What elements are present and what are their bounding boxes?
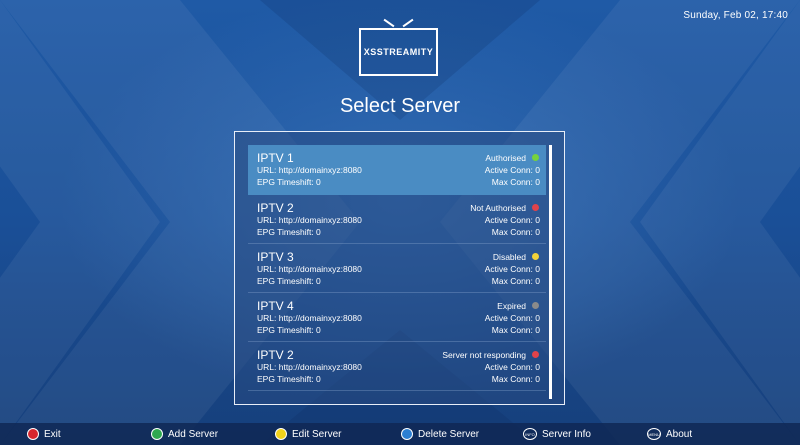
server-url: URL: http://domainxyz:8080 — [257, 313, 362, 323]
server-epg: EPG Timeshift: 0 — [257, 276, 321, 286]
server-row[interactable]: IPTV 3 URL: http://domainxyz:8080 EPG Ti… — [248, 244, 546, 293]
server-name: IPTV 2 — [257, 348, 294, 362]
active-connections: Active Conn: 0 — [484, 264, 540, 274]
server-name: IPTV 2 — [257, 201, 294, 215]
server-url: URL: http://domainxyz:8080 — [257, 215, 362, 225]
server-list-panel: IPTV 1 URL: http://domainxyz:8080 EPG Ti… — [234, 131, 565, 405]
footer-bar: Exit Add Server Edit Server Delete Serve… — [0, 423, 800, 445]
server-info-button[interactable]: INFO Server Info — [523, 428, 591, 440]
server-url: URL: http://domainxyz:8080 — [257, 362, 362, 372]
red-key-icon — [27, 428, 39, 440]
add-server-button[interactable]: Add Server — [151, 428, 218, 440]
edit-server-label: Edit Server — [292, 428, 342, 440]
max-connections: Max Conn: 0 — [491, 325, 540, 335]
green-key-icon — [151, 428, 163, 440]
status-dot-icon — [532, 302, 539, 309]
yellow-key-icon — [275, 428, 287, 440]
active-connections: Active Conn: 0 — [484, 165, 540, 175]
server-epg: EPG Timeshift: 0 — [257, 325, 321, 335]
server-name: IPTV 1 — [257, 151, 294, 165]
max-connections: Max Conn: 0 — [491, 276, 540, 286]
server-epg: EPG Timeshift: 0 — [257, 227, 321, 237]
server-status: Disabled — [492, 252, 526, 262]
server-status: Expired — [497, 301, 526, 311]
delete-server-button[interactable]: Delete Server — [401, 428, 479, 440]
server-name: IPTV 4 — [257, 299, 294, 313]
active-connections: Active Conn: 0 — [484, 215, 540, 225]
server-status: Not Authorised — [470, 203, 526, 213]
about-label: About — [666, 428, 693, 440]
server-row[interactable]: IPTV 2 URL: http://domainxyz:8080 EPG Ti… — [248, 195, 546, 244]
exit-label: Exit — [44, 428, 61, 440]
max-connections: Max Conn: 0 — [491, 227, 540, 237]
page-title: Select Server — [339, 95, 461, 117]
server-row[interactable]: IPTV 1 URL: http://domainxyz:8080 EPG Ti… — [248, 145, 546, 195]
server-epg: EPG Timeshift: 0 — [257, 374, 321, 384]
server-epg: EPG Timeshift: 0 — [257, 177, 321, 187]
delete-server-label: Delete Server — [418, 428, 480, 440]
server-row[interactable]: IPTV 4 URL: http://domainxyz:8080 EPG Ti… — [248, 293, 546, 342]
add-server-label: Add Server — [168, 428, 219, 440]
active-connections: Active Conn: 0 — [484, 362, 540, 372]
max-connections: Max Conn: 0 — [491, 177, 540, 187]
server-status: Server not responding — [442, 350, 526, 360]
server-list: IPTV 1 URL: http://domainxyz:8080 EPG Ti… — [248, 145, 546, 391]
logo-text: XSSTREAMITY — [363, 47, 434, 57]
status-dot-icon — [532, 204, 539, 211]
about-button[interactable]: MENU About — [647, 428, 692, 440]
status-dot-icon — [532, 351, 539, 358]
status-dot-icon — [532, 253, 539, 260]
server-row[interactable]: IPTV 2 URL: http://domainxyz:8080 EPG Ti… — [248, 342, 546, 391]
max-connections: Max Conn: 0 — [491, 374, 540, 384]
active-connections: Active Conn: 0 — [484, 313, 540, 323]
datetime: Sunday, Feb 02, 17:40 — [683, 10, 788, 21]
server-name: IPTV 3 — [257, 250, 294, 264]
status-dot-icon — [532, 154, 539, 161]
blue-key-icon — [401, 428, 413, 440]
server-info-label: Server Info — [542, 428, 591, 440]
app-logo: XSSTREAMITY — [359, 18, 438, 76]
server-url: URL: http://domainxyz:8080 — [257, 264, 362, 274]
exit-button[interactable]: Exit — [27, 428, 61, 440]
info-key-icon: INFO — [523, 428, 537, 440]
server-status: Authorised — [485, 153, 526, 163]
menu-key-icon: MENU — [647, 428, 661, 440]
server-url: URL: http://domainxyz:8080 — [257, 165, 362, 175]
scrollbar[interactable] — [549, 145, 552, 399]
scrollbar-thumb[interactable] — [549, 145, 552, 399]
edit-server-button[interactable]: Edit Server — [275, 428, 341, 440]
